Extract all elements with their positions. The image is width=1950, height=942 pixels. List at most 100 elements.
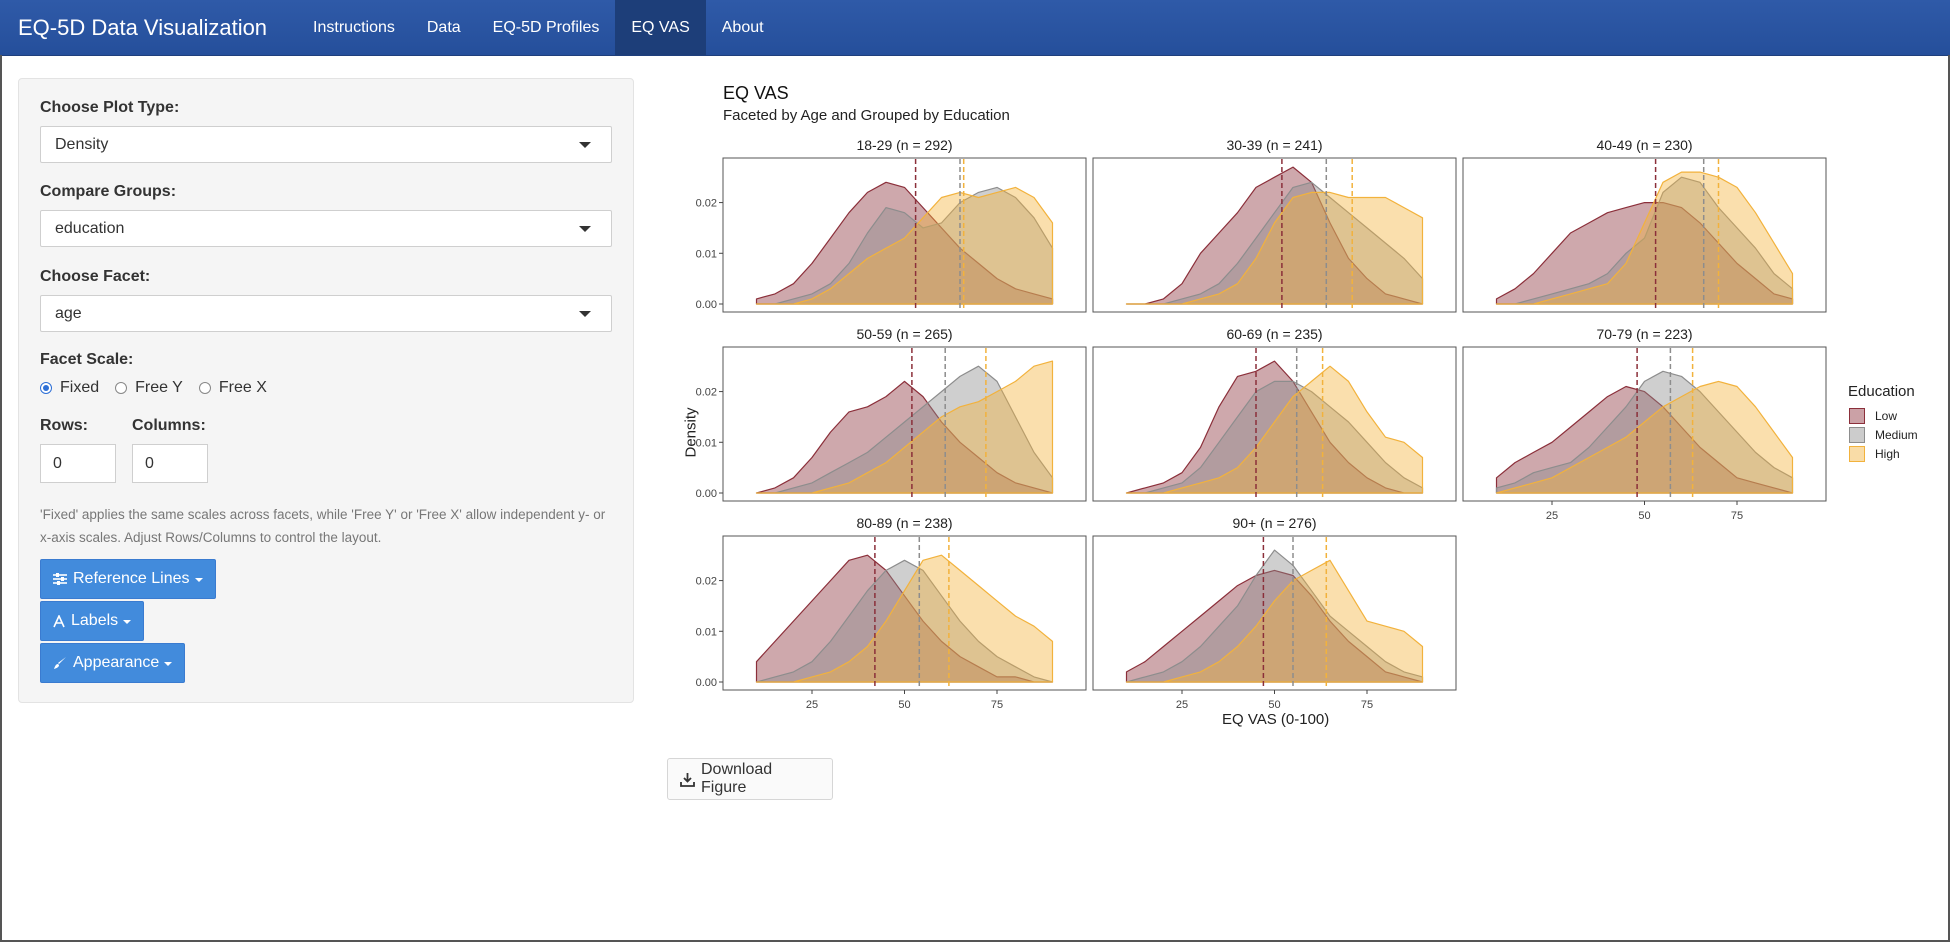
rows-label: Rows: xyxy=(40,417,88,434)
download-figure-button[interactable]: Download Figure xyxy=(667,758,833,800)
density-area-high xyxy=(1125,191,1424,305)
options-buttons: Reference Lines Labels Appearance xyxy=(40,559,612,683)
appearance-label: Appearance xyxy=(73,654,160,671)
density-area-medium xyxy=(755,186,1054,305)
density-area-medium xyxy=(1125,181,1424,305)
density-area-low xyxy=(1125,569,1424,683)
facet-panel xyxy=(722,535,1087,691)
legend-label-low: Low xyxy=(1875,409,1898,423)
layout-inputs: Rows: 0 Columns: 0 xyxy=(40,417,612,483)
density-area-low xyxy=(755,554,1054,683)
density-area-low xyxy=(755,181,1054,305)
facet-label: 18-29 (n = 292) xyxy=(856,137,953,153)
plot-type-label: Choose Plot Type: xyxy=(40,99,180,116)
density-area-low xyxy=(1495,385,1794,494)
facet-panel xyxy=(722,346,1087,502)
density-area-high xyxy=(1495,380,1794,494)
y-tick-label: 0.01 xyxy=(696,626,717,638)
x-tick-label: 50 xyxy=(1638,510,1650,522)
caret-down-icon xyxy=(194,578,203,582)
x-tick-label: 50 xyxy=(1268,699,1280,711)
compare-groups-label: Compare Groups: xyxy=(40,183,177,200)
y-tick-label: 0.02 xyxy=(696,198,717,210)
columns-input[interactable]: 0 xyxy=(132,444,208,483)
download-icon xyxy=(680,772,695,787)
facet-label: 40-49 (n = 230) xyxy=(1596,137,1693,153)
facet-panel xyxy=(1462,157,1827,313)
density-area-high xyxy=(1125,365,1424,494)
y-tick-label: 0.02 xyxy=(696,576,717,588)
compare-groups-select[interactable]: education xyxy=(40,210,612,247)
sliders-icon xyxy=(53,572,67,586)
legend-item-low: Low xyxy=(1849,408,1897,424)
nav-tab-eq-vas[interactable]: EQ VAS xyxy=(615,0,706,55)
density-area-medium xyxy=(755,365,1054,494)
legend-label-medium: Medium xyxy=(1875,428,1918,442)
legend-item-medium: Medium xyxy=(1849,427,1918,443)
radio-free-y[interactable]: Free Y xyxy=(115,379,183,397)
density-area-high xyxy=(755,186,1054,305)
rows-group: Rows: 0 xyxy=(40,417,116,483)
legend-swatch-low xyxy=(1849,408,1865,424)
compare-groups-value: education xyxy=(55,219,125,237)
radio-free-x-label: Free X xyxy=(218,379,267,396)
radio-free-x[interactable]: Free X xyxy=(198,379,267,397)
sidebar-panel: Choose Plot Type: Density Compare Groups… xyxy=(18,78,634,703)
legend-label-high: High xyxy=(1875,447,1900,461)
facet-label: 90+ (n = 276) xyxy=(1232,515,1317,531)
nav-tab-instructions[interactable]: Instructions xyxy=(297,0,411,55)
reference-lines-label: Reference Lines xyxy=(73,570,190,587)
facet-label: Choose Facet: xyxy=(40,268,151,285)
rows-input[interactable]: 0 xyxy=(40,444,116,483)
y-tick-label: 0.01 xyxy=(696,248,717,260)
window-border-left xyxy=(0,55,2,942)
download-figure-label: Download Figure xyxy=(701,761,773,796)
facet-scale-label: Facet Scale: xyxy=(40,351,134,368)
x-tick-label: 75 xyxy=(1731,510,1743,522)
facet-panel xyxy=(1092,157,1457,313)
y-tick-label: 0.00 xyxy=(696,677,717,689)
app-brand[interactable]: EQ-5D Data Visualization xyxy=(0,0,285,55)
facet-label: 30-39 (n = 241) xyxy=(1226,137,1323,153)
appearance-button[interactable]: Appearance xyxy=(40,643,186,683)
density-area-medium xyxy=(1495,370,1794,494)
columns-label: Columns: xyxy=(132,417,206,434)
density-area-medium xyxy=(1125,380,1424,494)
facet-label: 50-59 (n = 265) xyxy=(856,326,953,342)
legend-swatch-medium xyxy=(1849,427,1865,443)
facet-label: 60-69 (n = 235) xyxy=(1226,326,1323,342)
legend-item-high: High xyxy=(1849,446,1900,462)
plot-type-select[interactable]: Density xyxy=(40,126,612,163)
plot-type-value: Density xyxy=(55,135,109,153)
labels-button[interactable]: Labels xyxy=(40,601,145,641)
font-icon xyxy=(53,614,65,628)
density-area-medium xyxy=(755,559,1054,683)
x-axis-label: EQ VAS (0-100) xyxy=(1222,711,1330,728)
density-area-high xyxy=(1125,559,1424,683)
x-tick-label: 25 xyxy=(1546,510,1558,522)
facet-value: age xyxy=(55,304,82,322)
legend-title: Education xyxy=(1848,383,1915,400)
facet-panel xyxy=(1092,535,1457,691)
x-tick-label: 50 xyxy=(898,699,910,711)
nav-tab-data[interactable]: Data xyxy=(411,0,477,55)
density-area-low xyxy=(1125,360,1424,494)
nav-tab-about[interactable]: About xyxy=(706,0,780,55)
radio-unchecked-icon xyxy=(198,382,211,394)
chevron-down-icon xyxy=(579,226,591,232)
radio-unchecked-icon xyxy=(115,382,128,394)
y-tick-label: 0.02 xyxy=(696,387,717,399)
density-area-high xyxy=(755,360,1054,494)
density-area-low xyxy=(1125,166,1424,305)
nav-tab-eq5d-profiles[interactable]: EQ-5D Profiles xyxy=(477,0,616,55)
facet-select[interactable]: age xyxy=(40,295,612,332)
chevron-down-icon xyxy=(579,142,591,148)
radio-fixed[interactable]: Fixed xyxy=(40,379,99,397)
x-tick-label: 25 xyxy=(806,699,818,711)
facet-panel xyxy=(1462,346,1827,502)
x-tick-label: 75 xyxy=(991,699,1003,711)
chart-title: EQ VAS xyxy=(723,83,789,103)
paintbrush-icon xyxy=(53,656,67,670)
reference-lines-button[interactable]: Reference Lines xyxy=(40,559,216,599)
radio-free-y-label: Free Y xyxy=(135,379,183,396)
